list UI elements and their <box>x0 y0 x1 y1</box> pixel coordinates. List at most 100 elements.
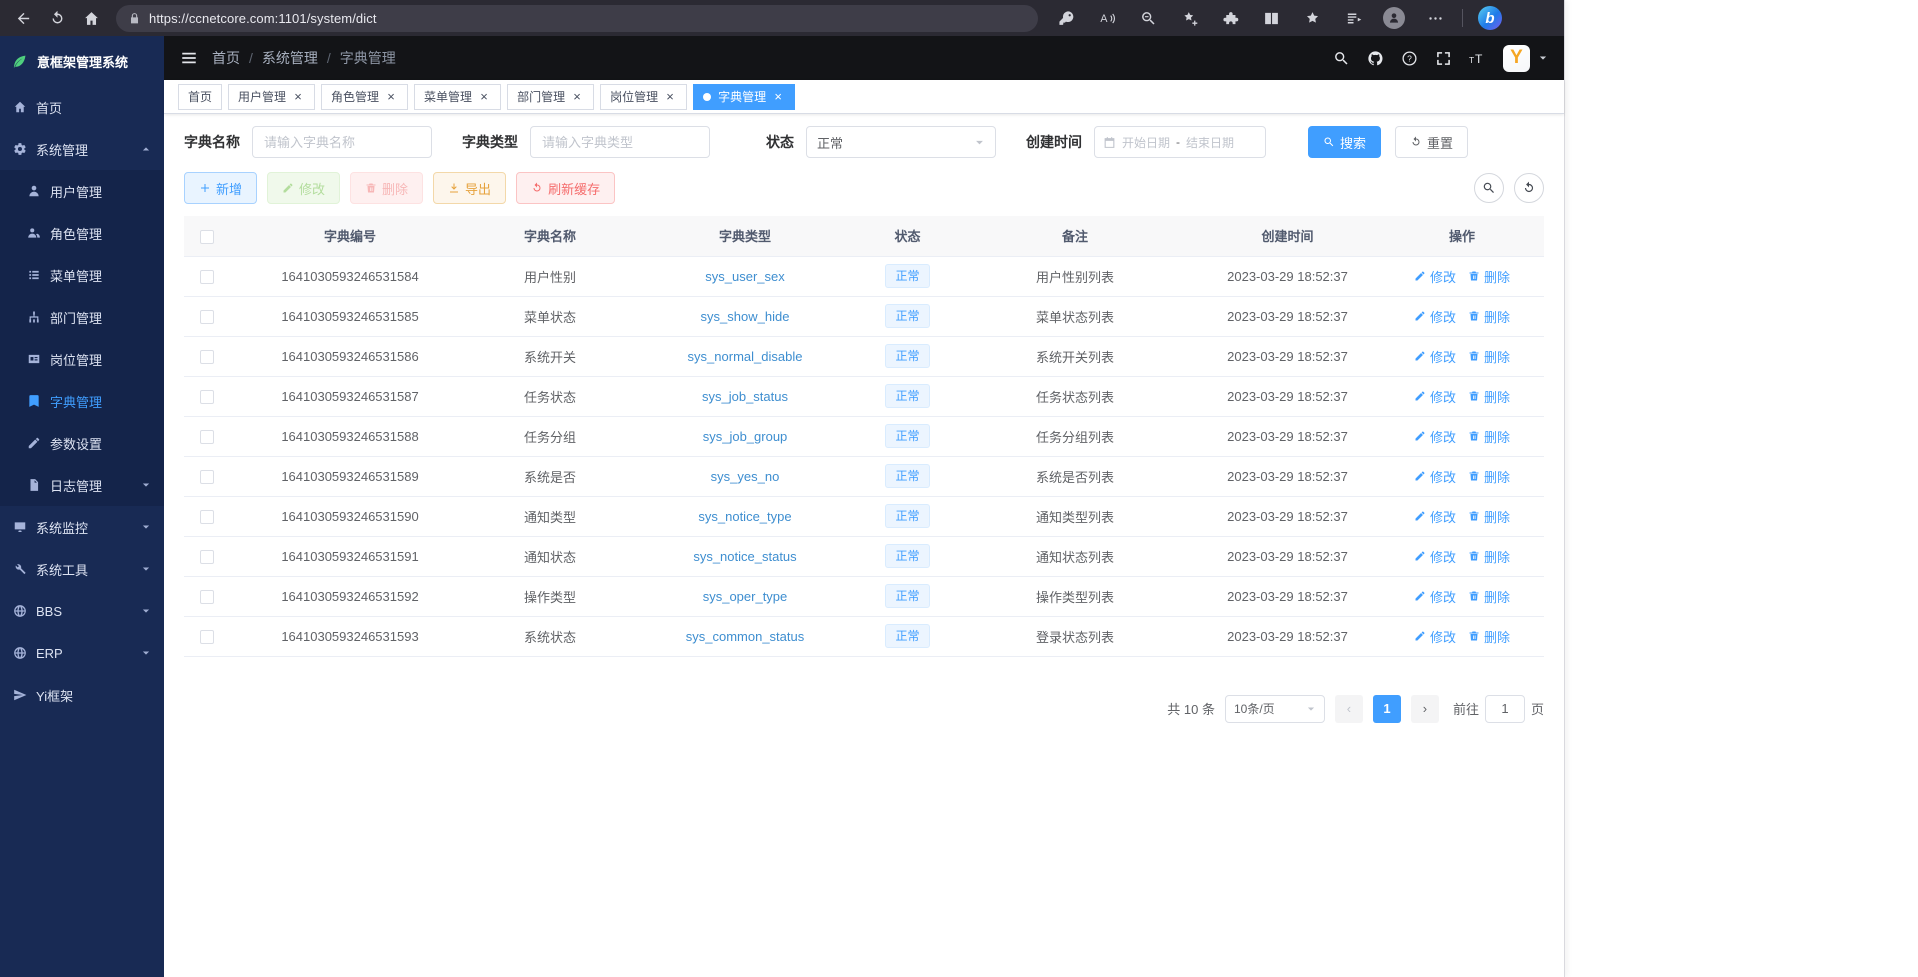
row-checkbox[interactable] <box>200 590 214 604</box>
navbar-font-size-button[interactable]: TT <box>1469 50 1486 67</box>
navbar-fullscreen-button[interactable] <box>1435 50 1452 67</box>
tab-menu-mgmt[interactable]: 菜单管理× <box>414 84 501 110</box>
row-checkbox[interactable] <box>200 350 214 364</box>
row-edit-button[interactable]: 修改 <box>1414 347 1456 366</box>
row-edit-button[interactable]: 修改 <box>1414 307 1456 326</box>
row-edit-button[interactable]: 修改 <box>1414 547 1456 566</box>
chevron-down-icon[interactable] <box>1538 53 1548 63</box>
date-range-picker[interactable]: 开始日期 - 结束日期 <box>1094 126 1266 158</box>
browser-more-button[interactable] <box>1417 4 1453 32</box>
add-button[interactable]: 新增 <box>184 172 257 204</box>
sidebar-item-user-mgmt[interactable]: 用户管理 <box>0 170 164 212</box>
sidebar-item-post-mgmt[interactable]: 岗位管理 <box>0 338 164 380</box>
row-checkbox[interactable] <box>200 270 214 284</box>
refresh-table-button[interactable] <box>1514 173 1544 203</box>
row-edit-button[interactable]: 修改 <box>1414 467 1456 486</box>
row-delete-button[interactable]: 删除 <box>1468 467 1510 486</box>
select-all-checkbox[interactable] <box>200 230 214 244</box>
row-edit-button[interactable]: 修改 <box>1414 427 1456 446</box>
row-edit-button[interactable]: 修改 <box>1414 387 1456 406</box>
dict-type-link[interactable]: sys_normal_disable <box>688 349 803 364</box>
page-number-button[interactable]: 1 <box>1373 695 1401 723</box>
row-delete-button[interactable]: 删除 <box>1468 587 1510 606</box>
row-edit-button[interactable]: 修改 <box>1414 267 1456 286</box>
app-logo[interactable]: 意框架管理系统 <box>0 36 164 86</box>
row-delete-button[interactable]: 删除 <box>1468 547 1510 566</box>
close-icon[interactable]: × <box>384 90 398 104</box>
next-page-button[interactable]: › <box>1411 695 1439 723</box>
close-icon[interactable]: × <box>291 90 305 104</box>
breadcrumb-item[interactable]: 字典管理 <box>340 48 396 68</box>
close-icon[interactable]: × <box>570 90 584 104</box>
breadcrumb-item[interactable]: 首页 <box>212 48 240 68</box>
sidebar-item-yi-framework[interactable]: Yi框架 <box>0 674 164 716</box>
sidebar-item-role-mgmt[interactable]: 角色管理 <box>0 212 164 254</box>
row-delete-button[interactable]: 删除 <box>1468 427 1510 446</box>
row-delete-button[interactable]: 删除 <box>1468 627 1510 646</box>
row-edit-button[interactable]: 修改 <box>1414 507 1456 526</box>
dict-type-link[interactable]: sys_show_hide <box>701 309 790 324</box>
goto-page-input[interactable] <box>1485 695 1525 723</box>
close-icon[interactable]: × <box>477 90 491 104</box>
toggle-search-button[interactable] <box>1474 173 1504 203</box>
browser-favorites-button[interactable] <box>1294 4 1330 32</box>
dict-type-link[interactable]: sys_job_status <box>702 389 788 404</box>
sidebar-item-erp[interactable]: ERP <box>0 632 164 674</box>
dict-type-link[interactable]: sys_user_sex <box>705 269 784 284</box>
tab-dict-mgmt[interactable]: 字典管理× <box>693 84 795 110</box>
close-icon[interactable]: × <box>771 90 785 104</box>
tab-dept-mgmt[interactable]: 部门管理× <box>507 84 594 110</box>
sidebar-item-param-settings[interactable]: 参数设置 <box>0 422 164 464</box>
status-select[interactable]: 正常 <box>806 126 996 158</box>
navbar-help-button[interactable]: ? <box>1401 50 1418 67</box>
browser-split-screen-button[interactable] <box>1253 4 1289 32</box>
browser-read-aloud-button[interactable]: A <box>1089 4 1125 32</box>
tab-user-mgmt[interactable]: 用户管理× <box>228 84 315 110</box>
row-checkbox[interactable] <box>200 310 214 324</box>
browser-favorite-add-button[interactable] <box>1171 4 1207 32</box>
browser-extensions-button[interactable] <box>1212 4 1248 32</box>
row-delete-button[interactable]: 删除 <box>1468 307 1510 326</box>
sidebar-item-menu-mgmt[interactable]: 菜单管理 <box>0 254 164 296</box>
sidebar-item-dept-mgmt[interactable]: 部门管理 <box>0 296 164 338</box>
browser-key-button[interactable] <box>1048 4 1084 32</box>
tab-home[interactable]: 首页 <box>178 84 222 110</box>
browser-collections-button[interactable] <box>1335 4 1371 32</box>
close-icon[interactable]: × <box>663 90 677 104</box>
sidebar-item-dict-mgmt[interactable]: 字典管理 <box>0 380 164 422</box>
row-edit-button[interactable]: 修改 <box>1414 627 1456 646</box>
sidebar-item-log-mgmt[interactable]: 日志管理 <box>0 464 164 506</box>
sidebar-item-system-monitor[interactable]: 系统监控 <box>0 506 164 548</box>
row-checkbox[interactable] <box>200 470 214 484</box>
breadcrumb-item[interactable]: 系统管理 <box>262 48 318 68</box>
sidebar-item-bbs[interactable]: BBS <box>0 590 164 632</box>
browser-back-button[interactable] <box>8 4 38 32</box>
navbar-github-button[interactable] <box>1367 50 1384 67</box>
row-delete-button[interactable]: 删除 <box>1468 267 1510 286</box>
delete-button[interactable]: 删除 <box>350 172 423 204</box>
sidebar-item-system-tools[interactable]: 系统工具 <box>0 548 164 590</box>
dict-name-input[interactable] <box>252 126 432 158</box>
row-checkbox[interactable] <box>200 510 214 524</box>
page-size-select[interactable]: 10条/页 <box>1225 695 1325 723</box>
row-delete-button[interactable]: 删除 <box>1468 387 1510 406</box>
row-checkbox[interactable] <box>200 430 214 444</box>
tab-post-mgmt[interactable]: 岗位管理× <box>600 84 687 110</box>
edit-button[interactable]: 修改 <box>267 172 340 204</box>
dict-type-link[interactable]: sys_notice_type <box>698 509 791 524</box>
row-checkbox[interactable] <box>200 630 214 644</box>
row-delete-button[interactable]: 删除 <box>1468 347 1510 366</box>
dict-type-link[interactable]: sys_notice_status <box>693 549 796 564</box>
navbar-search-button[interactable] <box>1333 50 1350 67</box>
browser-address-bar[interactable]: https://ccnetcore.com:1101/system/dict <box>116 5 1038 32</box>
dict-type-link[interactable]: sys_oper_type <box>703 589 788 604</box>
dict-type-link[interactable]: sys_job_group <box>703 429 788 444</box>
sidebar-toggle-icon[interactable] <box>180 49 198 67</box>
tab-role-mgmt[interactable]: 角色管理× <box>321 84 408 110</box>
export-button[interactable]: 导出 <box>433 172 506 204</box>
dict-type-link[interactable]: sys_yes_no <box>711 469 780 484</box>
prev-page-button[interactable]: ‹ <box>1335 695 1363 723</box>
browser-copilot-button[interactable]: b <box>1472 4 1508 32</box>
reset-button[interactable]: 重置 <box>1395 126 1468 158</box>
dict-type-input[interactable] <box>530 126 710 158</box>
